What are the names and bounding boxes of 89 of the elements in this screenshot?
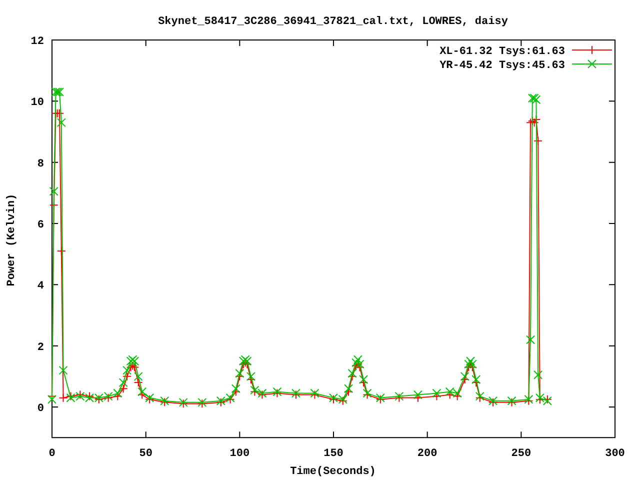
data-point — [535, 393, 544, 402]
data-point — [532, 115, 541, 124]
data-point — [468, 360, 477, 369]
data-point — [355, 360, 364, 369]
data-point — [413, 390, 422, 400]
data-point — [138, 390, 147, 400]
data-point — [240, 358, 250, 368]
data-point — [138, 387, 147, 396]
data-point — [432, 388, 442, 398]
x-tick-label: 50 — [139, 448, 152, 460]
data-point — [246, 372, 256, 381]
data-point — [460, 375, 470, 384]
legend-sample-icon — [572, 46, 612, 54]
data-point — [532, 95, 541, 104]
x-tick-label: 100 — [230, 448, 250, 460]
data-point — [240, 355, 250, 364]
data-point — [242, 360, 252, 369]
y-tick-label: 8 — [37, 158, 44, 170]
data-point — [452, 392, 462, 401]
data-point — [113, 392, 122, 401]
data-point — [56, 118, 66, 128]
legend-sample-icon — [572, 60, 612, 68]
data-point — [53, 88, 62, 96]
data-point — [528, 94, 537, 103]
x-tick-label: 0 — [48, 448, 56, 460]
data-point — [353, 355, 362, 364]
data-point — [126, 356, 136, 366]
data-point — [56, 246, 66, 256]
data-point — [130, 356, 140, 366]
data-point — [238, 356, 248, 366]
data-point — [530, 94, 539, 103]
data-point — [242, 356, 252, 366]
data-point — [58, 393, 68, 402]
y-tick-label: 2 — [37, 342, 44, 354]
data-point — [413, 393, 422, 402]
data-point — [128, 361, 138, 370]
data-point — [359, 378, 368, 388]
data-point — [231, 387, 240, 396]
data-point — [530, 118, 539, 128]
data-point — [535, 395, 544, 404]
data-point — [466, 356, 475, 366]
data-point — [113, 388, 122, 398]
data-point — [122, 366, 132, 375]
data-point — [55, 88, 64, 96]
data-point — [472, 375, 481, 384]
legend-label: XL-61.32 Tsys:61.63 — [440, 46, 565, 58]
data-point — [348, 372, 357, 381]
y-tick-label: 6 — [37, 220, 44, 232]
data-point — [348, 368, 357, 378]
x-tick-label: 300 — [605, 448, 625, 460]
data-point — [134, 372, 143, 381]
y-tick-label: 4 — [37, 280, 44, 293]
data-point — [118, 378, 128, 388]
data-point — [344, 384, 354, 394]
data-point — [51, 88, 60, 96]
y-tick-label: 12 — [30, 36, 44, 48]
data-point — [452, 388, 462, 398]
data-point — [55, 108, 64, 118]
y-tick-label: 10 — [30, 97, 44, 110]
data-point — [134, 378, 143, 388]
data-point — [472, 378, 481, 388]
y-axis-label: Power (Kelvin) — [6, 194, 18, 286]
chart-title: Skynet_58417_3C286_36941_37821_cal.txt, LOWRES, daisy — [158, 16, 508, 28]
data-point — [235, 368, 244, 378]
data-point — [464, 360, 474, 369]
data-point — [344, 387, 354, 396]
data-point — [130, 362, 140, 372]
data-point — [231, 384, 240, 394]
data-point — [534, 136, 543, 146]
data-point — [48, 394, 56, 404]
data-point — [58, 366, 68, 375]
data-point — [122, 372, 132, 381]
data-point — [118, 384, 128, 394]
x-axis-label: Time(Seconds) — [290, 466, 376, 478]
legend-label: YR-45.42 Tsys:45.63 — [440, 60, 565, 72]
data-point — [128, 355, 138, 364]
x-tick-label: 200 — [417, 448, 438, 460]
data-point — [359, 375, 368, 384]
data-point — [534, 370, 543, 380]
data-point — [49, 186, 58, 196]
x-tick-label: 150 — [324, 448, 344, 460]
data-point — [445, 390, 454, 400]
data-point — [432, 392, 442, 401]
data-point — [246, 375, 256, 384]
data-point — [445, 387, 454, 396]
y-tick-label: 0 — [37, 403, 44, 416]
data-point — [460, 372, 470, 381]
data-point — [526, 335, 536, 344]
x-tick-label: 250 — [511, 448, 532, 460]
